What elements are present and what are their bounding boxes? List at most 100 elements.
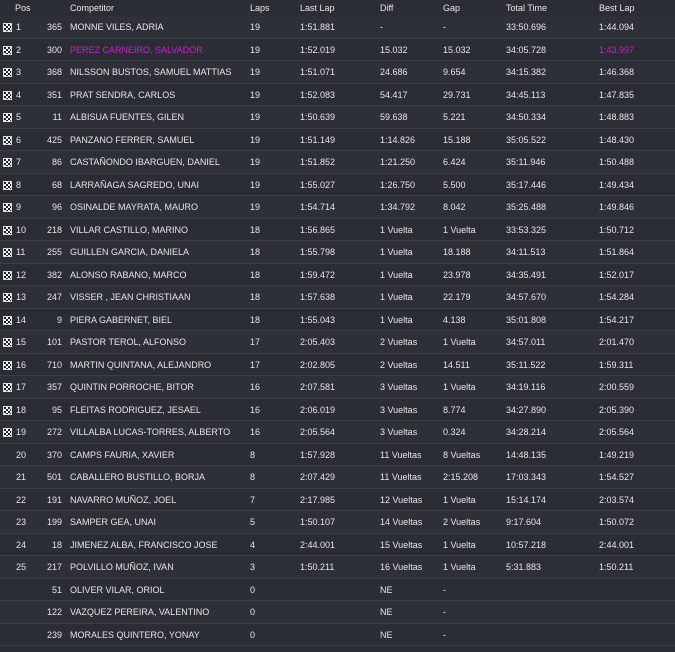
table-row[interactable]: 1 365 MONNE VILES, ADRIA 19 1:51.881 - - 33:50.…: [0, 16, 675, 39]
table-row[interactable]: 15 101 PASTOR TEROL, ALFONSO 17 2:05.403 2 Vu…: [0, 331, 675, 354]
competitor-cell[interactable]: CABALLERO BUSTILLO, BORJA: [70, 466, 205, 488]
gap-cell: 15.188: [443, 134, 471, 145]
competitor-cell[interactable]: VILLAR CASTILLO, MARINO: [70, 219, 188, 241]
number-cell: 239: [46, 629, 62, 640]
competitor-cell[interactable]: QUINTIN PORROCHE, BITOR: [70, 376, 194, 398]
table-row[interactable]: 51 OLIVER VILAR, ORIOL 0 NE -: [0, 578, 675, 601]
diff-cell: 1:26.750: [380, 179, 416, 190]
diff-cell: 16 Vueltas: [380, 562, 423, 572]
competitor-cell[interactable]: PIERA GABERNET, BIEL: [70, 309, 172, 331]
diff-cell: NE: [380, 584, 393, 595]
table-row[interactable]: 9 96 OSINALDE MAYRATA, MAURO 19 1:54.714 1:34…: [0, 196, 675, 219]
checkered-flag-icon: [3, 309, 15, 333]
header-total-time[interactable]: Total Time: [506, 0, 547, 16]
last-lap-cell: 1:50.107: [300, 517, 336, 527]
competitor-cell[interactable]: NILSSON BUSTOS, SAMUEL MATTIAS: [70, 61, 231, 83]
table-row[interactable]: 22 191 NAVARRO MUÑOZ, JOEL 7 2:17.985 12 Vuel…: [0, 488, 675, 511]
table-row[interactable]: 11 255 GUILLEN GARCIA, DANIELA 18 1:55.798 1 …: [0, 241, 675, 264]
competitor-cell[interactable]: OLIVER VILAR, ORIOL: [70, 579, 165, 601]
total-time-cell: 34:57.011: [506, 337, 546, 347]
header-laps[interactable]: Laps: [250, 0, 270, 16]
competitor-cell[interactable]: MORALES QUINTERO, YONAY: [70, 624, 200, 646]
competitor-cell[interactable]: CASTAÑONDO IBARGUEN, DANIEL: [70, 151, 220, 173]
laps-cell: 7: [250, 494, 256, 505]
table-row[interactable]: 5 11 ALBISUA FUENTES, GILEN 19 1:50.639 59.63…: [0, 106, 675, 129]
diff-cell: 15 Vueltas: [380, 539, 423, 550]
table-row[interactable]: 2 300 PEREZ CARNEIRO, SALVADOR 19 1:52.019 15…: [0, 38, 675, 61]
competitor-cell[interactable]: VILLALBA LUCAS-TORRES, ALBERTO: [70, 421, 230, 443]
pos-cell: 9: [16, 202, 22, 212]
checkered-flag-icon: [3, 241, 15, 265]
competitor-cell[interactable]: GUILLEN GARCIA, DANIELA: [70, 241, 189, 263]
total-time-cell: 34:11.513: [506, 247, 546, 257]
competitor-cell[interactable]: OSINALDE MAYRATA, MAURO: [70, 196, 198, 218]
table-row[interactable]: 20 370 CAMPS FAURIA, XAVIER 8 1:57.928 11 Vue…: [0, 443, 675, 466]
header-best-lap[interactable]: Best Lap: [599, 0, 635, 16]
competitor-cell[interactable]: VAZQUEZ PEREIRA, VALENTINO: [70, 601, 209, 623]
competitor-cell[interactable]: JIMENEZ ALBA, FRANCISCO JOSE: [70, 534, 218, 556]
pos-cell: 15: [16, 337, 27, 347]
competitor-cell[interactable]: PEREZ CARNEIRO, SALVADOR: [70, 39, 203, 61]
header-gap[interactable]: Gap: [443, 0, 460, 16]
diff-cell: 2 Vueltas: [380, 337, 418, 347]
total-time-cell: 35:01.808: [506, 314, 547, 325]
table-row[interactable]: 23 199 SAMPER GEA, UNAI 5 1:50.107 14 Vueltas…: [0, 511, 675, 534]
table-row[interactable]: 4 351 PRAT SENDRA, CARLOS 19 1:52.083 54.417 2…: [0, 83, 675, 106]
last-lap-cell: 1:51.852: [300, 157, 336, 167]
table-row[interactable]: 18 95 FLEITAS RODRIGUEZ, JESAEL 16 2:06.019 3…: [0, 398, 675, 421]
laps-cell: 16: [250, 404, 261, 415]
competitor-cell[interactable]: LARRAÑAGA SAGREDO, UNAI: [70, 174, 199, 196]
competitor-cell[interactable]: NAVARRO MUÑOZ, JOEL: [70, 489, 176, 511]
competitor-cell[interactable]: MONNE VILES, ADRIA: [70, 16, 164, 38]
table-row[interactable]: 25 217 POLVILLO MUÑOZ, IVAN 3 1:50.211 16 Vue…: [0, 556, 675, 579]
checkered-flag-icon: [3, 16, 15, 40]
table-row[interactable]: 6 425 PANZANO FERRER, SAMUEL 19 1:51.149 1:14…: [0, 128, 675, 151]
competitor-cell[interactable]: FLEITAS RODRIGUEZ, JESAEL: [70, 399, 201, 421]
number-cell: 9: [56, 314, 62, 325]
table-row[interactable]: 8 68 LARRAÑAGA SAGREDO, UNAI 19 1:55.027 1:26…: [0, 173, 675, 196]
competitor-cell[interactable]: PRAT SENDRA, CARLOS: [70, 84, 175, 106]
table-row[interactable]: 21 501 CABALLERO BUSTILLO, BORJA 8 2:07.429 1…: [0, 466, 675, 489]
number-cell: 96: [51, 202, 62, 212]
table-row[interactable]: 19 272 VILLALBA LUCAS-TORRES, ALBERTO 16 2:0…: [0, 421, 675, 444]
table-row[interactable]: 17 357 QUINTIN PORROCHE, BITOR 16 2:07.581 3 …: [0, 376, 675, 399]
competitor-cell[interactable]: PASTOR TEROL, ALFONSO: [70, 331, 186, 353]
competitor-cell[interactable]: POLVILLO MUÑOZ, IVAN: [70, 556, 174, 578]
pos-cell: 8: [16, 179, 22, 190]
competitor-cell[interactable]: CAMPS FAURIA, XAVIER: [70, 444, 174, 466]
pos-cell: 1: [16, 22, 22, 32]
table-row[interactable]: 7 86 CASTAÑONDO IBARGUEN, DANIEL 19 1:51.852…: [0, 151, 675, 174]
header-pos[interactable]: Pos: [15, 0, 31, 16]
header-diff[interactable]: Diff: [380, 0, 393, 16]
table-row[interactable]: 13 247 VISSER , JEAN CHRISTIAAN 18 1:57.638 1…: [0, 286, 675, 309]
last-lap-cell: 2:06.019: [300, 404, 336, 415]
table-row[interactable]: 16 710 MARTIN QUINTANA, ALEJANDRO 17 2:02.80…: [0, 353, 675, 376]
competitor-cell[interactable]: SAMPER GEA, UNAI: [70, 511, 156, 533]
table-row[interactable]: 14 9 PIERA GABERNET, BIEL 18 1:55.043 1 Vuelt…: [0, 308, 675, 333]
laps-cell: 19: [250, 112, 261, 122]
diff-cell: 1 Vuelta: [380, 247, 413, 257]
header-competitor[interactable]: Competitor: [70, 0, 114, 16]
header-last-lap[interactable]: Last Lap: [300, 0, 335, 16]
laps-cell: 19: [250, 67, 261, 77]
competitor-cell[interactable]: VISSER , JEAN CHRISTIAAN: [70, 286, 191, 308]
table-row[interactable]: 122 VAZQUEZ PEREIRA, VALENTINO 0 NE -: [0, 601, 675, 624]
competitor-cell[interactable]: MARTIN QUINTANA, ALEJANDRO: [70, 354, 211, 376]
last-lap-cell: 1:50.211: [300, 562, 335, 572]
last-lap-cell: 1:52.083: [300, 89, 336, 100]
gap-cell: 9.654: [443, 67, 466, 77]
table-row[interactable]: 24 18 JIMENEZ ALBA, FRANCISCO JOSE 4 2:44.00…: [0, 533, 675, 556]
pos-cell: 22: [16, 494, 27, 505]
last-lap-cell: 2:07.429: [300, 472, 336, 482]
pos-cell: 20: [16, 449, 27, 460]
table-row[interactable]: 12 382 ALONSO RABANO, MARCO 18 1:59.472 1 Vue…: [0, 263, 675, 286]
table-row[interactable]: 239 MORALES QUINTERO, YONAY 0 NE -: [0, 623, 675, 646]
competitor-cell[interactable]: PANZANO FERRER, SAMUEL: [70, 129, 194, 151]
gap-cell: 4.138: [443, 314, 466, 325]
table-row[interactable]: 3 368 NILSSON BUSTOS, SAMUEL MATTIAS 19 1:51…: [0, 61, 675, 84]
diff-cell: 15.032: [380, 44, 408, 55]
competitor-cell[interactable]: ALBISUA FUENTES, GILEN: [70, 106, 184, 128]
table-row[interactable]: 10 218 VILLAR CASTILLO, MARINO 18 1:56.865 1 …: [0, 218, 675, 241]
last-lap-cell: 2:05.403: [300, 337, 336, 347]
competitor-cell[interactable]: ALONSO RABANO, MARCO: [70, 264, 187, 286]
